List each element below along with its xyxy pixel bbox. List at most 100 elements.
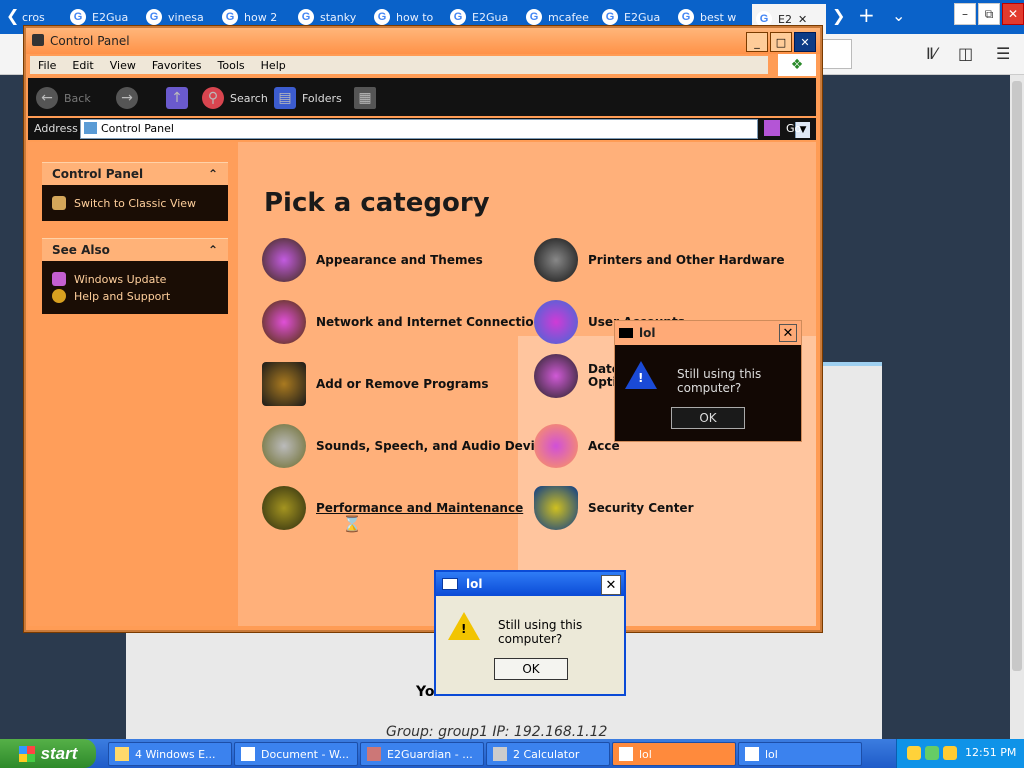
google-icon: G [298,9,314,25]
restore-icon[interactable]: ⧉ [978,3,1000,25]
panel-body: Windows Update Help and Support [42,261,228,314]
minimize-icon[interactable]: _ [746,32,768,52]
scrollbar-thumb[interactable] [1012,81,1022,671]
category-accessibility[interactable]: Acce [534,424,620,468]
collapse-icon[interactable]: ⌃ [208,167,218,181]
minimize-icon[interactable]: – [954,3,976,25]
close-tab-icon[interactable]: ✕ [798,13,807,26]
shield-icon [534,486,578,530]
taskbar-item[interactable]: E2Guardian - ... [360,742,484,766]
category-security[interactable]: Security Center [534,486,694,530]
menu-view[interactable]: View [110,59,136,72]
new-tab-icon[interactable]: + [858,3,875,27]
dialog-message: Still using this computer? [498,618,583,646]
taskbar-item[interactable]: Document - W... [234,742,358,766]
e2guardian-icon [367,747,381,761]
search-button[interactable]: ⚲ Search [202,87,268,109]
views-icon: ▦ [354,87,376,109]
menu-favorites[interactable]: Favorites [152,59,202,72]
close-icon[interactable]: ✕ [794,32,816,52]
document-icon [241,747,255,761]
close-icon[interactable]: ✕ [779,324,797,342]
page-text: Yo [416,684,435,700]
library-icon[interactable]: Ⅱ⁄ [926,44,937,63]
control-panel-icon [84,122,97,134]
category-add-remove[interactable]: Add or Remove Programs [262,362,488,406]
up-folder-button[interactable]: ↑ [166,87,194,109]
dialog-titlebar[interactable]: lol [615,321,801,345]
switch-classic-view-link[interactable]: Switch to Classic View [52,196,218,210]
page-title: Pick a category [264,188,490,218]
menu-bar: File Edit View Favorites Tools Help [30,56,768,74]
control-panel-icon [32,34,44,46]
tab-list-icon[interactable]: ⌄ [892,6,905,25]
category-network[interactable]: Network and Internet Connections [262,300,549,344]
windows-update-icon [52,272,66,286]
accessibility-icon [534,424,578,468]
window-title: Control Panel [50,34,130,48]
page-scrollbar[interactable] [1010,75,1024,739]
category-date-time[interactable]: Date Optio [534,354,625,398]
window-titlebar[interactable]: Control Panel _ □ ✕ [26,28,820,54]
folder-icon [115,747,129,761]
folders-button[interactable]: ▤ Folders [274,87,342,109]
maximize-icon[interactable]: □ [770,32,792,52]
category-printers[interactable]: Printers and Other Hardware [534,238,785,282]
google-icon: G [222,9,238,25]
exclamation-icon: ! [461,622,467,636]
dialog-titlebar[interactable]: lol [436,572,624,596]
tab-scroll-left-icon[interactable]: ❮ [6,6,19,25]
back-button[interactable]: ← Back [36,87,91,109]
search-icon[interactable] [943,746,957,760]
go-button[interactable]: Go [764,120,801,136]
printer-icon [534,238,578,282]
menu-help[interactable]: Help [261,59,286,72]
views-button[interactable]: ▦ [354,87,382,109]
sidebar-icon[interactable]: ◫ [958,44,973,63]
taskbar-item-active[interactable]: lol [612,742,736,766]
system-tray: 12:51 PM [896,739,1024,768]
start-button[interactable]: start [0,739,96,768]
address-label: Address [34,122,78,135]
google-icon: G [756,11,772,27]
menu-file[interactable]: File [38,59,56,72]
google-icon: G [526,9,542,25]
category-performance[interactable]: Performance and Maintenance [262,486,523,530]
google-icon: G [450,9,466,25]
window-icon [619,328,633,338]
tab-scroll-right-icon[interactable]: ❯ [832,6,845,25]
category-sounds[interactable]: Sounds, Speech, and Audio Devices [262,424,557,468]
users-icon [534,300,578,344]
close-icon[interactable]: ✕ [601,575,621,595]
taskbar-item[interactable]: 2 Calculator [486,742,610,766]
sound-icon [262,424,306,468]
close-icon[interactable]: ✕ [1002,3,1024,25]
address-field[interactable]: Control Panel ▼ [80,119,810,139]
network-icon[interactable] [925,746,939,760]
security-shield-icon[interactable] [907,746,921,760]
menu-edit[interactable]: Edit [72,59,93,72]
taskbar-item[interactable]: lol [738,742,862,766]
help-support-link[interactable]: Help and Support [52,289,218,303]
window-icon [745,747,759,761]
windows-update-link[interactable]: Windows Update [52,272,218,286]
forward-button[interactable]: → [116,87,144,109]
alert-dialog-light: lol ✕ ! Still using this computer? OK [434,570,626,696]
menu-icon[interactable]: ☰ [996,44,1010,63]
menu-tools[interactable]: Tools [218,59,245,72]
collapse-icon[interactable]: ⌃ [208,243,218,257]
category-appearance[interactable]: Appearance and Themes [262,238,483,282]
up-arrow-icon: ↑ [166,87,188,109]
panel-header[interactable]: Control Panel ⌃ [42,162,228,185]
ok-button[interactable]: OK [494,658,568,680]
google-icon: G [374,9,390,25]
window-icon [442,578,458,590]
programs-icon [262,362,306,406]
panel-header[interactable]: See Also ⌃ [42,238,228,261]
taskbar-item[interactable]: 4 Windows E... [108,742,232,766]
clock-icon [534,354,578,398]
network-icon [262,300,306,344]
ok-button[interactable]: OK [671,407,745,429]
hourglass-cursor-icon: ⌛ [342,514,362,533]
address-bar: Address Control Panel ▼ Go [28,118,816,140]
